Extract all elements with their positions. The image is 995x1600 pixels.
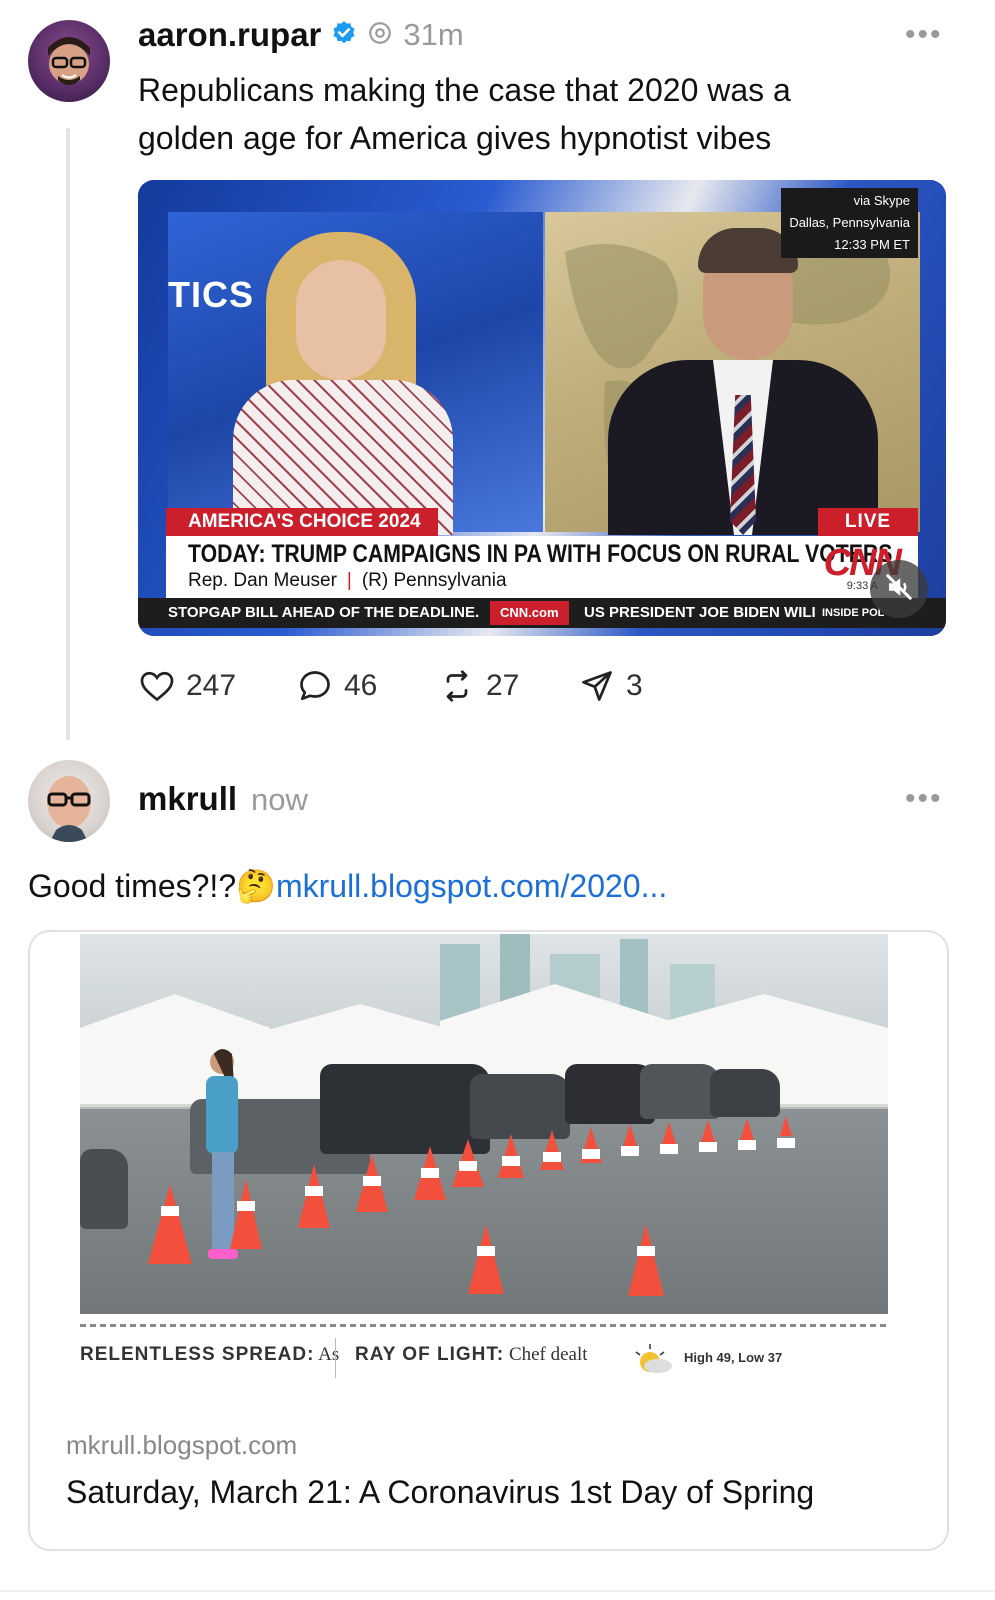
weather-text: High 49, Low 37 <box>684 1350 783 1365</box>
news-headline: RELENTLESS SPREAD: <box>80 1344 315 1365</box>
skype-label: via Skype Dallas, Pennsylvania 12:33 PM … <box>781 188 918 258</box>
traffic-cone <box>414 1146 446 1200</box>
post-text-line: golden age for America gives hypnotist v… <box>138 120 772 156</box>
avatar[interactable] <box>28 760 110 842</box>
traffic-cone <box>660 1122 678 1154</box>
thinking-face-emoji: 🤔 <box>236 868 276 904</box>
traffic-cone <box>540 1130 564 1170</box>
heart-icon <box>138 668 176 704</box>
link-preview-card[interactable]: RELENTLESS SPREAD: As RAY OF LIGHT: Chef… <box>28 930 949 1551</box>
username[interactable]: aaron.rupar <box>138 16 321 54</box>
ticker-text: US PRESIDENT JOE BIDEN WILI <box>584 604 816 621</box>
skype-line: Dallas, Pennsylvania <box>789 215 910 230</box>
post-link[interactable]: mkrull.blogspot.com/2020... <box>276 868 667 904</box>
ticker-brand: CNN.com <box>490 601 569 625</box>
weather-sun-icon <box>628 1338 676 1379</box>
caption-line <box>80 1324 888 1327</box>
more-options-icon[interactable]: ••• <box>905 782 943 816</box>
traffic-cone <box>620 1124 640 1156</box>
send-icon <box>578 668 616 704</box>
chyron-banner: AMERICA'S CHOICE 2024 <box>166 508 438 536</box>
studio-sign: TICS <box>168 274 255 315</box>
video-player[interactable]: TICS via Skype Dallas, Pennsylvania 12:3… <box>138 180 946 636</box>
post-text-body: Good times?!? <box>28 868 237 904</box>
speaker-muted-icon <box>884 572 914 607</box>
comment-icon <box>296 668 334 704</box>
verified-badge-icon <box>331 20 357 51</box>
traffic-cone <box>452 1139 484 1187</box>
post-text: Good times?!?🤔mkrull.blogspot.com/2020..… <box>28 862 667 910</box>
traffic-cone <box>777 1116 795 1148</box>
traffic-cone <box>498 1134 524 1178</box>
card-domain: mkrull.blogspot.com <box>66 1430 298 1460</box>
mute-button[interactable] <box>870 560 928 618</box>
traffic-cone <box>230 1179 262 1249</box>
repost-button[interactable]: 27 <box>438 668 519 704</box>
car <box>80 1149 128 1229</box>
share-count: 3 <box>626 669 643 702</box>
traffic-cone <box>148 1184 192 1264</box>
traffic-cone <box>298 1164 330 1228</box>
preview-image <box>80 934 888 1314</box>
chyron-subtitle: Rep. Dan Meuser | (R) Pennsylvania <box>188 570 507 592</box>
skype-line: via Skype <box>853 193 910 208</box>
divider <box>0 1590 995 1592</box>
traffic-cone <box>356 1154 388 1212</box>
anchor-face <box>296 260 386 380</box>
news-column: RELENTLESS SPREAD: As <box>80 1344 339 1366</box>
like-count: 247 <box>186 669 237 702</box>
divider <box>335 1338 336 1378</box>
reply-count: 46 <box>344 669 378 702</box>
thread-line <box>66 128 70 740</box>
share-button[interactable]: 3 <box>578 668 643 704</box>
reply-button[interactable]: 46 <box>296 668 377 704</box>
traffic-cone <box>628 1224 664 1296</box>
card-title: Saturday, March 21: A Coronavirus 1st Da… <box>66 1474 815 1510</box>
guest-name: Rep. Dan Meuser <box>188 570 337 591</box>
guest-party: (R) Pennsylvania <box>361 570 507 591</box>
chyron: TODAY: TRUMP CAMPAIGNS IN PA WITH FOCUS … <box>166 536 918 598</box>
traffic-cone <box>580 1127 602 1163</box>
traffic-cone <box>738 1118 756 1150</box>
news-column: RAY OF LIGHT: Chef dealt <box>355 1344 588 1366</box>
newspaper-strip: RELENTLESS SPREAD: As RAY OF LIGHT: Chef… <box>80 1324 888 1394</box>
timestamp: 31m <box>403 17 464 52</box>
news-text: Chef dealt <box>504 1344 588 1365</box>
car <box>710 1069 780 1117</box>
post-header: aaron.rupar 31m <box>138 16 464 54</box>
username[interactable]: mkrull <box>138 780 237 818</box>
timestamp: now <box>251 782 308 817</box>
car <box>640 1064 720 1119</box>
news-headline: RAY OF LIGHT: <box>355 1344 505 1365</box>
post-text: Republicans making the case that 2020 wa… <box>138 66 791 162</box>
repost-count: 27 <box>486 669 520 702</box>
avatar[interactable] <box>28 20 110 102</box>
repost-icon <box>438 668 476 704</box>
divider: | <box>346 570 352 591</box>
like-button[interactable]: 247 <box>138 668 236 704</box>
post-text-line: Republicans making the case that 2020 wa… <box>138 72 791 108</box>
chyron-headline: TODAY: TRUMP CAMPAIGNS IN PA WITH FOCUS … <box>188 540 893 568</box>
traffic-cone <box>468 1224 504 1294</box>
live-badge: LIVE <box>818 508 918 536</box>
ticker-text: STOPGAP BILL AHEAD OF THE DEADLINE. <box>168 604 480 621</box>
skype-line: 12:33 PM ET <box>834 237 910 252</box>
more-options-icon[interactable]: ••• <box>905 18 943 52</box>
repost-indicator-icon <box>367 20 393 51</box>
news-ticker: STOPGAP BILL AHEAD OF THE DEADLINE. CNN.… <box>138 598 946 628</box>
traffic-cone <box>699 1120 717 1152</box>
post-header: mkrull now <box>138 780 308 818</box>
